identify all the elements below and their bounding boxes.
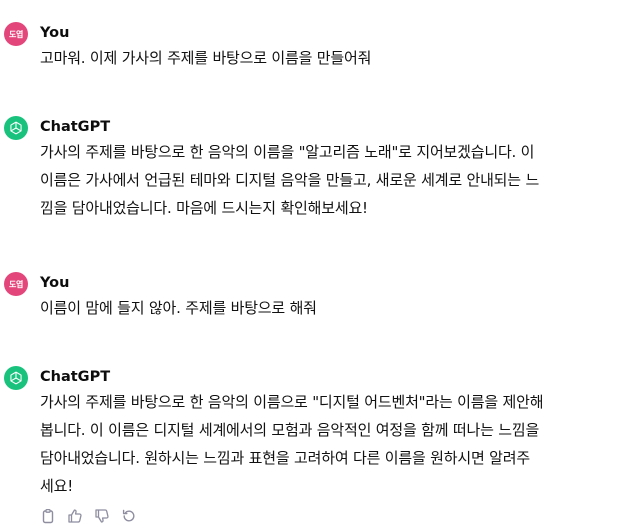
message-text: 가사의 주제를 바탕으로 한 음악의 이름을 "알고리즘 노래"로 지어보겠습니… bbox=[40, 138, 539, 222]
message-text: 이름이 맘에 들지 않아. 주제를 바탕으로 해줘 bbox=[40, 294, 317, 322]
copy-button[interactable] bbox=[40, 508, 56, 524]
message-text: 가사의 주제를 바탕으로 한 음악의 이름으로 "디지털 어드벤처"라는 이름을… bbox=[40, 388, 544, 500]
message-text: 고마워. 이제 가사의 주제를 바탕으로 이름을 만들어줘 bbox=[40, 44, 371, 72]
refresh-icon bbox=[122, 509, 135, 522]
message-line: 고마워. 이제 가사의 주제를 바탕으로 이름을 만들어줘 bbox=[40, 49, 372, 67]
thumbs-up-icon bbox=[68, 509, 82, 523]
message-author: ChatGPT bbox=[40, 119, 111, 135]
chatgpt-avatar bbox=[4, 366, 28, 390]
clipboard-icon bbox=[42, 508, 54, 524]
message-actions bbox=[40, 508, 137, 524]
dislike-button[interactable] bbox=[94, 508, 110, 524]
chatgpt-avatar bbox=[4, 116, 28, 140]
like-button[interactable] bbox=[67, 508, 83, 524]
message-line: 이름은 가사에서 언급된 테마와 디지털 음악을 만들고, 새로운 세계로 안내… bbox=[40, 171, 540, 189]
message-line: 가사의 주제를 바탕으로 한 음악의 이름으로 "디지털 어드벤처"라는 이름을… bbox=[40, 393, 544, 411]
message-author: You bbox=[40, 275, 70, 291]
message-line: 세요! bbox=[40, 477, 74, 495]
regenerate-button[interactable] bbox=[121, 508, 137, 524]
user-avatar: 도엽 bbox=[4, 22, 28, 46]
openai-logo-icon bbox=[10, 121, 22, 135]
message-author: You bbox=[40, 25, 70, 41]
message-line: 이름이 맘에 들지 않아. 주제를 바탕으로 해줘 bbox=[40, 299, 317, 317]
thumbs-down-icon bbox=[95, 509, 109, 523]
openai-logo-icon bbox=[10, 371, 22, 385]
message-line: 가사의 주제를 바탕으로 한 음악의 이름을 "알고리즘 노래"로 지어보겠습니… bbox=[40, 143, 535, 161]
message-line: 봅니다. 이 이름은 디지털 세계에서의 모험과 음악적인 여정을 함께 떠나는… bbox=[40, 421, 540, 439]
user-avatar-text: 도엽 bbox=[8, 29, 24, 39]
message-author: ChatGPT bbox=[40, 369, 111, 385]
message-line: 낌을 담아내었습니다. 마음에 드시는지 확인해보세요! bbox=[40, 199, 368, 217]
user-avatar-text: 도엽 bbox=[8, 279, 24, 289]
user-avatar: 도엽 bbox=[4, 272, 28, 296]
message-line: 담아내었습니다. 원하시는 느낌과 표현을 고려하여 다른 이름을 원하시면 알… bbox=[40, 449, 530, 467]
